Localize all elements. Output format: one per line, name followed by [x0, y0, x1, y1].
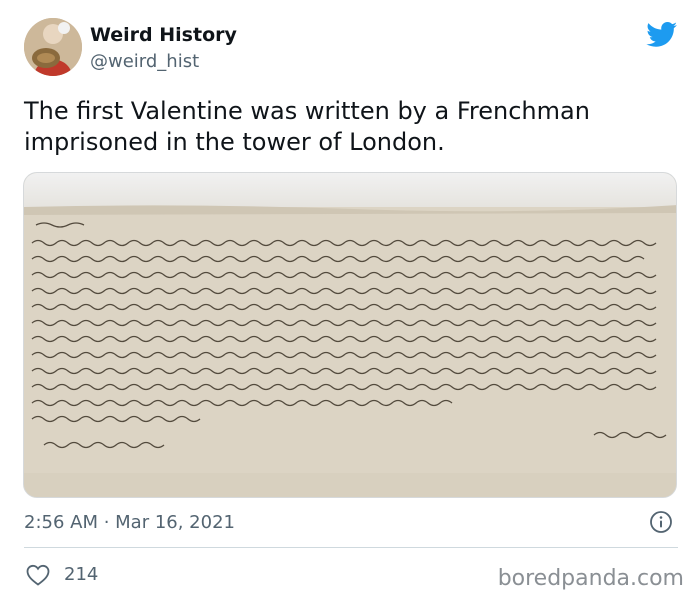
manuscript-image [24, 173, 676, 497]
author-handle[interactable]: @weird_hist [90, 51, 199, 72]
tweet-timestamp[interactable]: 2:56 AM · Mar 16, 2021 [24, 512, 235, 533]
author-name[interactable]: Weird History [90, 24, 237, 46]
like-count: 214 [64, 564, 99, 585]
avatar[interactable] [24, 18, 82, 76]
tweet-media-image[interactable] [23, 172, 677, 498]
divider [24, 547, 678, 548]
watermark: boredpanda.com [497, 566, 684, 591]
heart-icon[interactable] [26, 564, 50, 586]
info-icon[interactable] [649, 510, 673, 534]
avatar-image [24, 18, 82, 76]
twitter-bird-icon[interactable] [646, 22, 678, 48]
tweet-text: The first Valentine was written by a Fre… [24, 97, 590, 156]
